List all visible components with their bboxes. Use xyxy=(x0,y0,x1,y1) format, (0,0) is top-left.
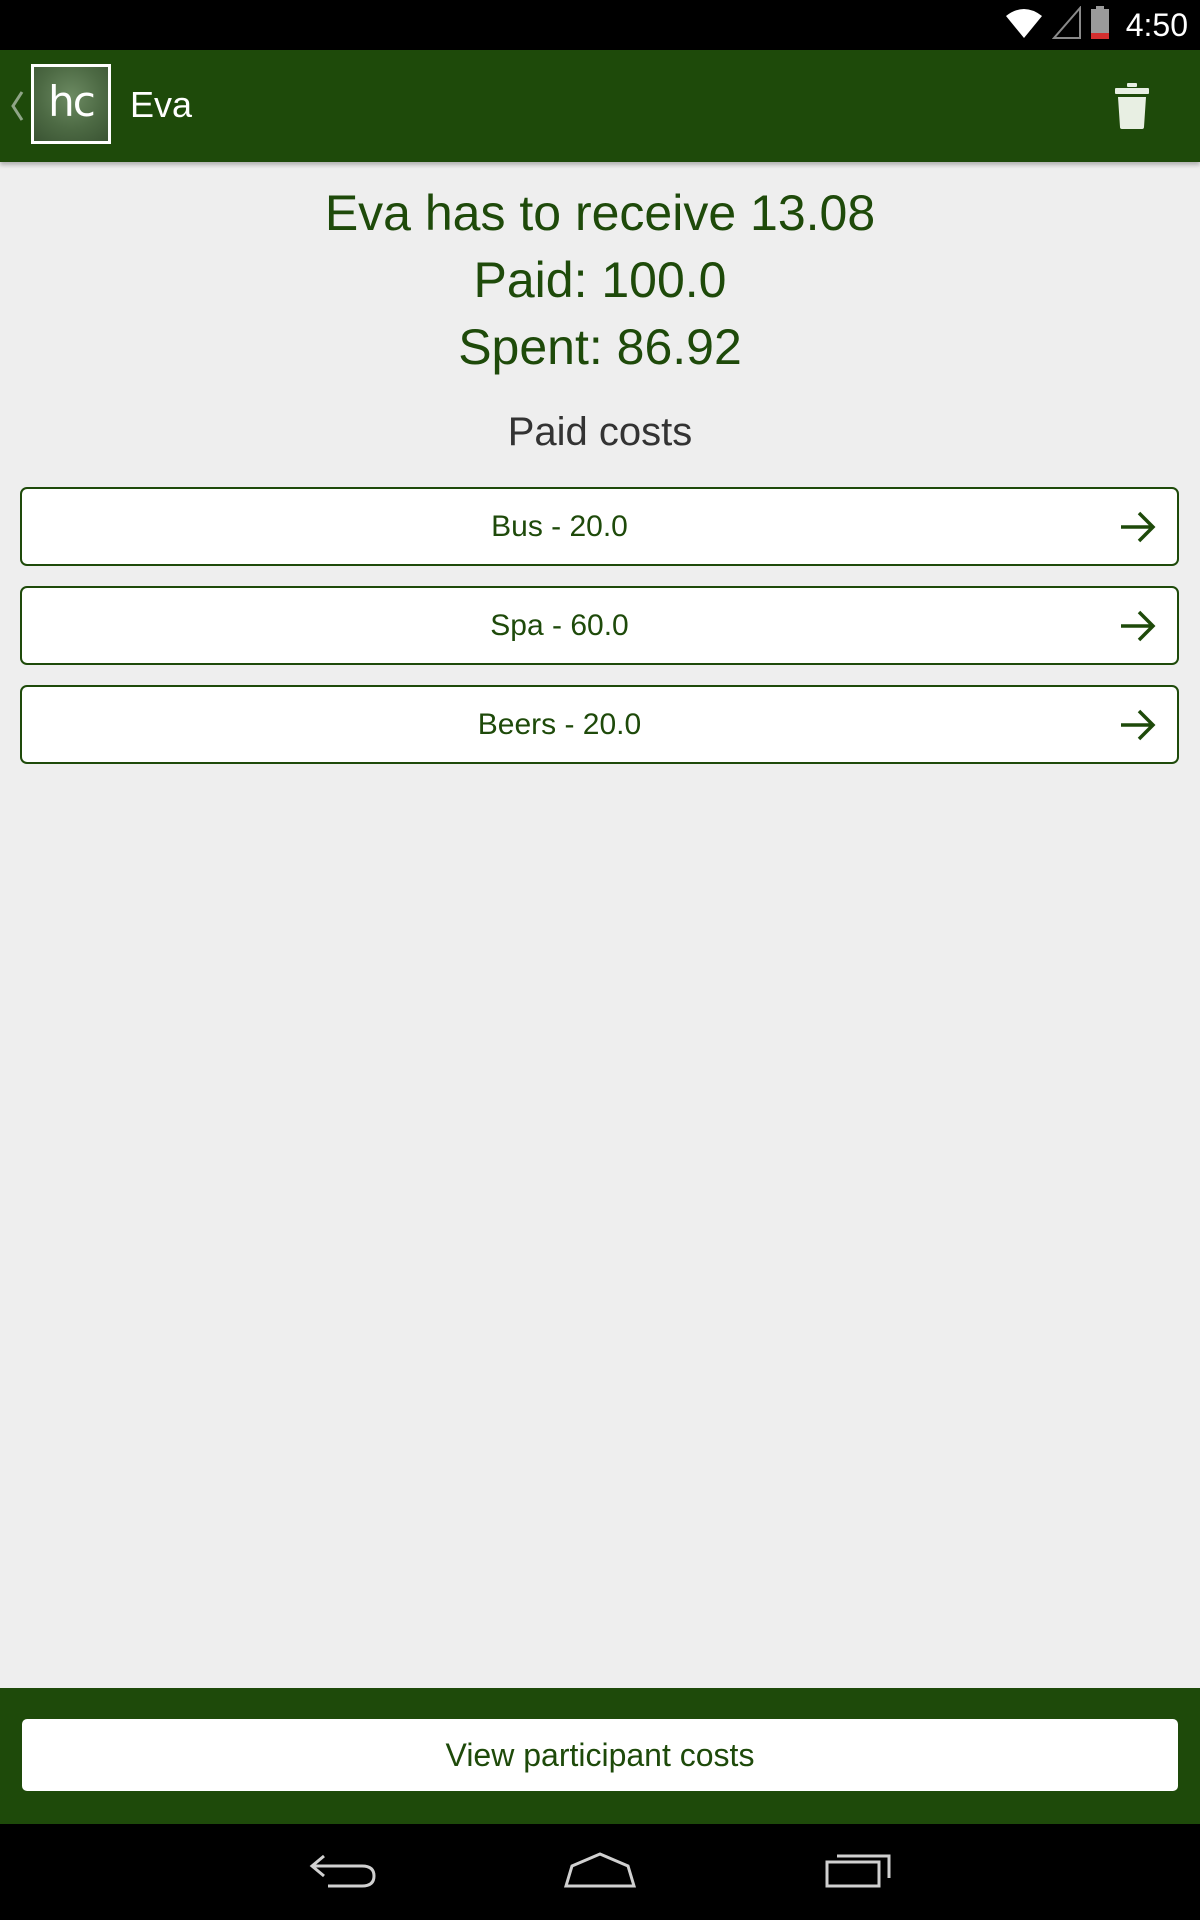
status-bar: 4:50 xyxy=(0,0,1200,50)
recents-icon xyxy=(823,1850,893,1895)
spent-text: Spent: 86.92 xyxy=(458,319,742,375)
action-bar: hc Eva xyxy=(0,50,1200,162)
cost-item-label: Beers - 20.0 xyxy=(477,707,642,741)
balance-text: Eva has to receive 13.08 xyxy=(324,185,876,241)
paid-text: Paid: 100.0 xyxy=(473,252,727,308)
cost-item-label: Spa - 60.0 xyxy=(490,608,629,642)
cost-item-beers[interactable]: Beers - 20.0 xyxy=(20,685,1179,764)
paid-costs-title: Paid costs xyxy=(507,410,693,454)
delete-button[interactable] xyxy=(1104,80,1160,136)
trash-icon xyxy=(1115,82,1149,134)
status-icons: 4:50 xyxy=(1004,0,1188,50)
arrow-right-icon xyxy=(1119,508,1157,546)
battery-icon xyxy=(1090,5,1110,45)
bottom-panel: View participant costs xyxy=(0,1688,1200,1824)
arrow-right-icon xyxy=(1119,706,1157,744)
back-button[interactable] xyxy=(293,1844,393,1900)
home-button[interactable] xyxy=(550,1844,650,1900)
cost-item-bus[interactable]: Bus - 20.0 xyxy=(20,487,1179,566)
up-caret-icon[interactable] xyxy=(8,86,26,126)
cost-item-spa[interactable]: Spa - 60.0 xyxy=(20,586,1179,665)
app-logo[interactable]: hc xyxy=(31,64,111,144)
page-title: Eva xyxy=(130,84,193,125)
arrow-right-icon xyxy=(1119,607,1157,645)
home-icon xyxy=(562,1850,638,1895)
paid-costs-list: Bus - 20.0 Spa - 60.0 Beers - 20.0 xyxy=(20,487,1179,784)
app-logo-text: hc xyxy=(48,77,96,126)
status-time: 4:50 xyxy=(1125,6,1188,43)
recents-button[interactable] xyxy=(808,1844,908,1900)
cost-item-label: Bus - 20.0 xyxy=(491,509,628,543)
view-participant-costs-button[interactable]: View participant costs xyxy=(22,1719,1178,1791)
balance-summary: Eva has to receive 13.08 Paid: 100.0 Spe… xyxy=(0,180,1200,381)
system-nav-bar xyxy=(0,1824,1200,1920)
wifi-icon xyxy=(1004,6,1044,45)
back-icon xyxy=(308,1850,378,1895)
cell-signal-icon xyxy=(1051,4,1082,45)
